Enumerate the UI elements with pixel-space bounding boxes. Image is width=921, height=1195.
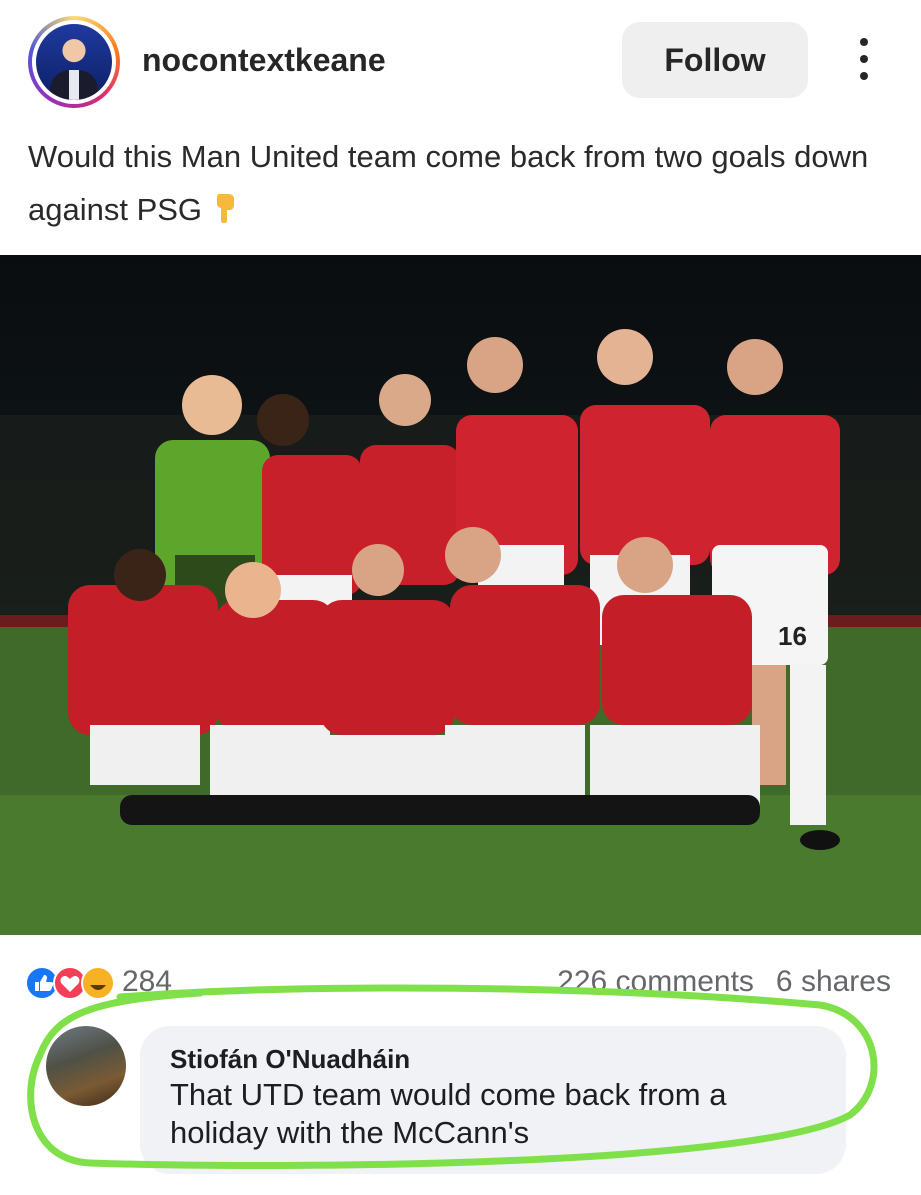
comment-text-line-2: holiday with the McCann's [170, 1115, 530, 1150]
pointing-down-emoji-icon [217, 194, 235, 223]
post-header: nocontextkeane Follow [0, 0, 921, 120]
comment-text-line-1: That UTD team would come back from a [170, 1077, 727, 1112]
username[interactable]: nocontextkeane [142, 42, 386, 79]
shirt-number-label: 16 [778, 621, 807, 651]
follow-button[interactable]: Follow [622, 22, 808, 98]
comments-count-link[interactable]: 226 comments [557, 965, 754, 998]
reactions-bar: 284 226 comments 6 shares [0, 955, 921, 1011]
reaction-count[interactable]: 284 [122, 965, 172, 999]
commenter-avatar[interactable] [46, 1026, 126, 1106]
shares-count-link[interactable]: 6 shares [776, 965, 891, 998]
comments-shares: 226 comments 6 shares [557, 965, 891, 999]
profile-avatar[interactable] [28, 16, 120, 108]
post-caption: Would this Man United team come back fro… [28, 130, 888, 236]
haha-icon [81, 966, 115, 1000]
more-options-icon[interactable] [852, 38, 876, 84]
commenter-name[interactable]: Stiofán O'Nuadháin [170, 1042, 816, 1076]
team-photo[interactable]: 16 [0, 255, 921, 935]
comment-item: Stiofán O'Nuadháin That UTD team would c… [0, 1012, 921, 1182]
reaction-icons[interactable] [24, 963, 124, 1003]
comment-bubble: Stiofán O'Nuadháin That UTD team would c… [140, 1026, 846, 1174]
caption-text: Would this Man United team come back fro… [28, 139, 869, 227]
team-photo-image: 16 [0, 329, 921, 935]
